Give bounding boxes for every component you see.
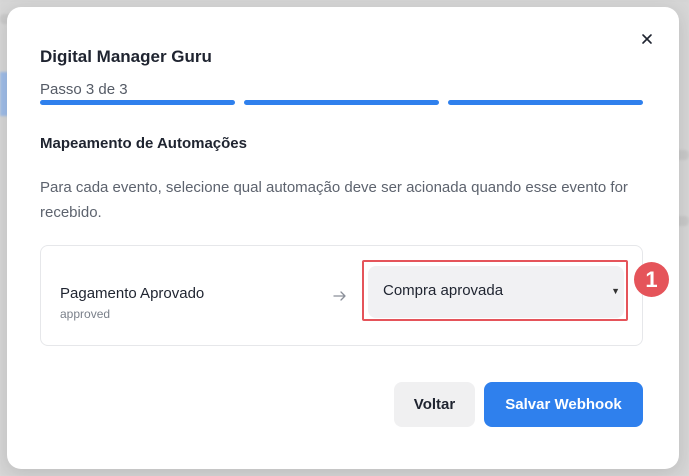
step-indicator: Passo 3 de 3	[40, 81, 128, 98]
event-key: approved	[60, 307, 111, 321]
progress-segment	[40, 100, 235, 105]
section-title: Mapeamento de Automações	[40, 135, 247, 152]
dialog-title: Digital Manager Guru	[40, 47, 212, 66]
annotation-badge: 1	[634, 262, 669, 297]
event-mapping-row: Pagamento Aprovado approved Compra aprov…	[40, 245, 643, 346]
progress-segment	[244, 100, 439, 105]
progress-bar	[40, 100, 643, 105]
close-icon	[642, 34, 652, 44]
webhook-dialog: Digital Manager Guru Passo 3 de 3 Mapeam…	[7, 7, 679, 469]
event-name: Pagamento Aprovado	[60, 285, 205, 302]
section-description: Para cada evento, selecione qual automaç…	[40, 179, 628, 221]
annotation-highlight-box	[362, 260, 628, 321]
back-button[interactable]: Voltar	[394, 382, 475, 427]
close-button[interactable]	[639, 31, 655, 47]
save-webhook-button[interactable]: Salvar Webhook	[484, 382, 643, 427]
arrow-right-icon	[333, 291, 346, 301]
progress-segment	[448, 100, 643, 105]
